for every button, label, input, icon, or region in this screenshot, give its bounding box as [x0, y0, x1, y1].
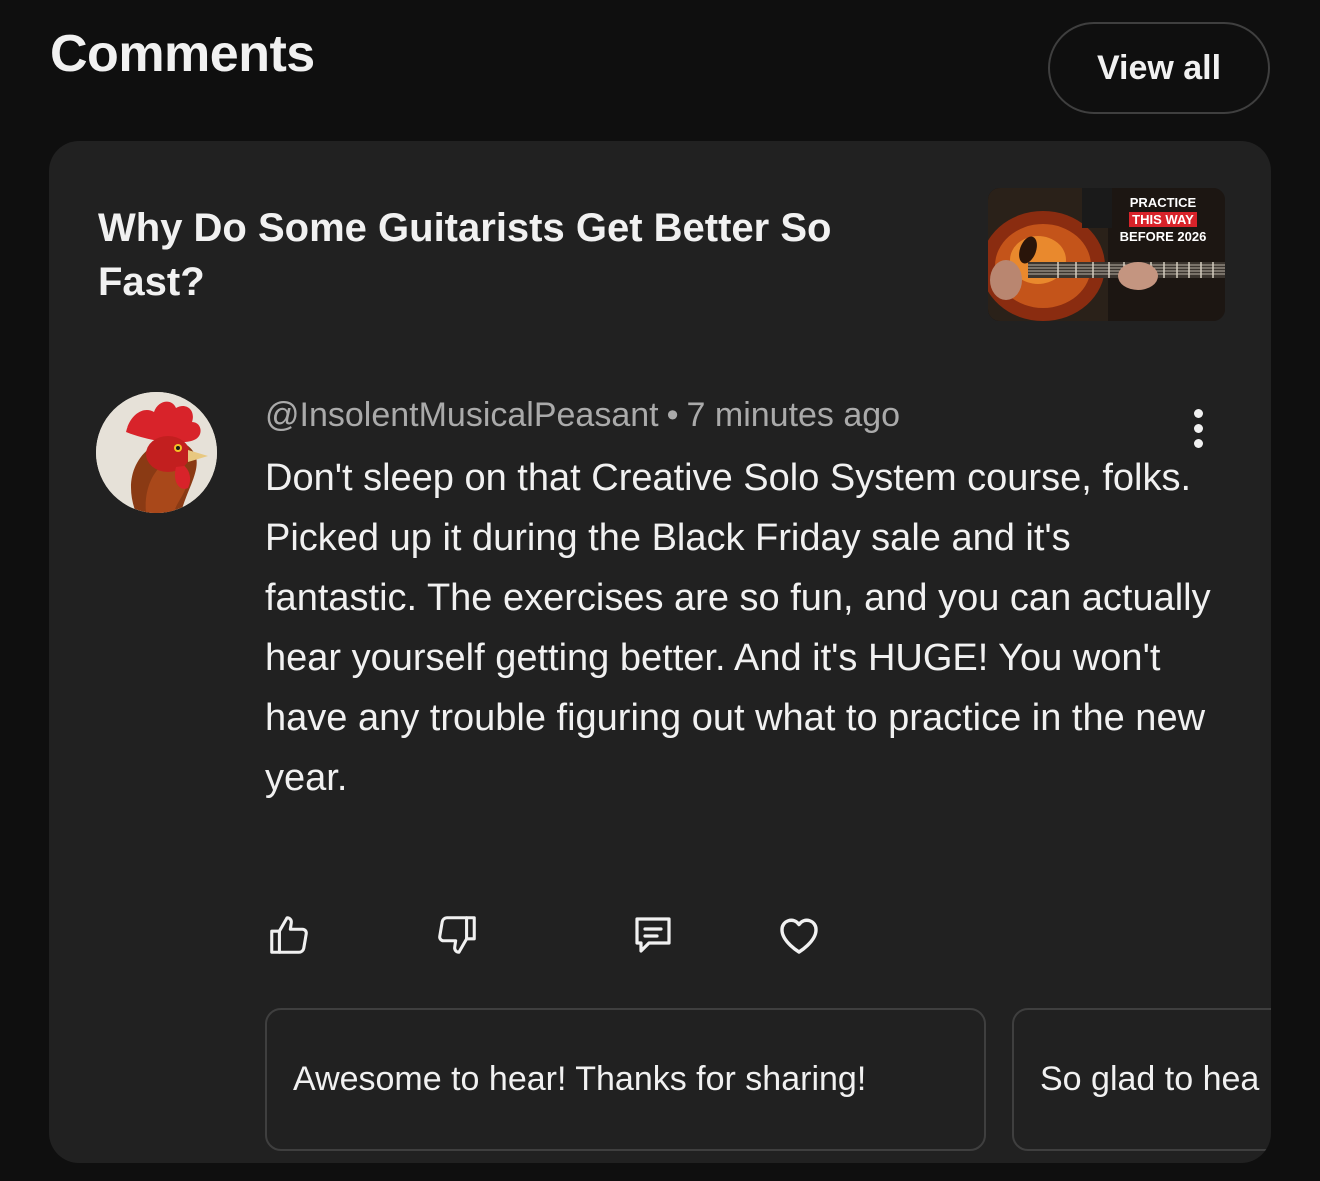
- suggested-reply-chip[interactable]: So glad to hea: [1012, 1008, 1271, 1151]
- comment-card: Why Do Some Guitarists Get Better So Fas…: [49, 141, 1271, 1163]
- like-button[interactable]: [265, 911, 313, 959]
- comment-meta: @InsolentMusicalPeasant • 7 minutes ago: [265, 396, 900, 435]
- thumbnail-line-1: PRACTICE: [1129, 195, 1197, 210]
- comment-timestamp: 7 minutes ago: [686, 396, 901, 434]
- heart-icon: [780, 918, 818, 954]
- view-all-button[interactable]: View all: [1048, 22, 1270, 114]
- thumbnail-line-3: BEFORE 2026: [1119, 229, 1207, 244]
- video-thumbnail[interactable]: PRACTICE THIS WAY BEFORE 2026: [988, 188, 1225, 321]
- more-vert-dot: [1193, 423, 1203, 433]
- comment-actions: [265, 911, 865, 959]
- meta-separator: •: [666, 396, 679, 434]
- comments-header: Comments View all: [0, 0, 1320, 140]
- comment-body: Don't sleep on that Creative Solo System…: [265, 457, 1211, 799]
- suggested-reply-chip[interactable]: Awesome to hear! Thanks for sharing!: [265, 1008, 986, 1151]
- dislike-button[interactable]: [433, 911, 481, 959]
- comment-author[interactable]: @InsolentMusicalPeasant: [265, 396, 659, 434]
- more-options-button[interactable]: [1177, 403, 1219, 453]
- more-vert-icon: [1193, 408, 1203, 418]
- video-title[interactable]: Why Do Some Guitarists Get Better So Fas…: [98, 201, 938, 309]
- more-vert-dot: [1193, 438, 1203, 448]
- heart-button[interactable]: [775, 911, 823, 959]
- thumbs-up-icon: [270, 916, 308, 954]
- comments-title: Comments: [50, 25, 315, 83]
- thumbnail-line-2: THIS WAY: [1129, 212, 1197, 227]
- avatar[interactable]: [96, 392, 217, 513]
- thumbnail-caption: PRACTICE THIS WAY BEFORE 2026: [1107, 194, 1219, 245]
- reply-button[interactable]: [629, 911, 677, 959]
- reply-icon: [635, 917, 671, 953]
- rooster-avatar-image: [96, 392, 217, 513]
- thumbs-down-icon: [438, 916, 476, 954]
